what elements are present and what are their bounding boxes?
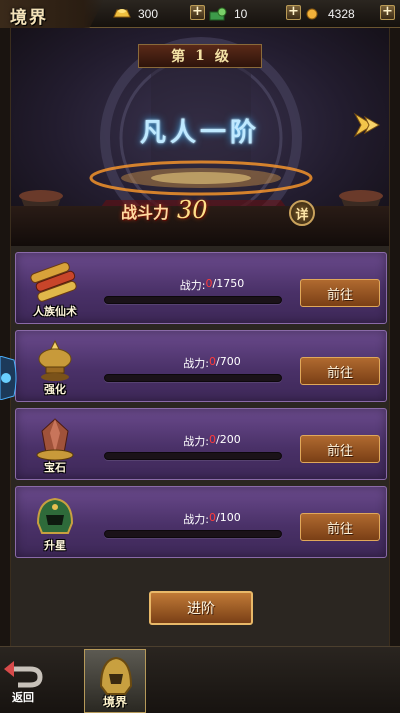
task-row: 强化 战力: 0 /700 前往 <box>15 330 387 402</box>
back-button[interactable]: 返回 <box>0 655 46 711</box>
detail-button[interactable]: 详 <box>289 200 315 226</box>
task-row: 宝石 战力: 0 /200 前往 <box>15 408 387 480</box>
realm-tab-label: 境界 <box>102 695 127 709</box>
power-value: 30 <box>177 196 208 224</box>
gold-ingot-icon <box>112 6 132 22</box>
task-progress-current: 0 <box>209 433 216 446</box>
bottom-bar: 返回 境界 <box>0 646 400 713</box>
gem-icon: 宝石 <box>24 415 86 475</box>
next-realm-arrow-icon[interactable] <box>349 108 383 146</box>
task-progress-target: /200 <box>216 433 241 446</box>
add-jade-button[interactable]: + <box>286 5 301 20</box>
task-panel: 人族仙术 战力: 0 /1750 前往 强化 战力: 0 /700 前往 宝石 … <box>10 246 390 646</box>
top-bar: 境界 300 + 10 + 4328 + <box>0 0 400 28</box>
add-copper-button[interactable]: + <box>380 5 395 20</box>
task-name: 人族仙术 <box>33 305 77 318</box>
goto-button[interactable]: 前往 <box>300 279 380 307</box>
task-progress-current: 0 <box>209 511 216 524</box>
helmet-icon: 升星 <box>24 493 86 553</box>
power-label: 战斗力 <box>121 203 170 222</box>
task-progress-target: /1750 <box>212 277 245 290</box>
add-gold-button[interactable]: + <box>190 5 205 20</box>
jade-coin-icon <box>208 6 228 22</box>
task-progress-text: 战力: 0 /700 <box>128 355 296 371</box>
task-progress-bar <box>104 374 282 382</box>
lamp-icon: 强化 <box>24 337 86 397</box>
task-progress-label: 战力: <box>183 357 209 370</box>
jade-value: 10 <box>234 7 248 21</box>
resource-gold: 300 <box>112 4 158 24</box>
page-title: 境界 <box>10 8 48 28</box>
task-progress-label: 战力: <box>179 279 206 292</box>
level-suffix: 级 <box>214 49 229 65</box>
resource-copper: 4328 <box>302 4 355 24</box>
task-progress-bar <box>104 296 282 304</box>
task-progress-bar <box>104 530 282 538</box>
task-row: 人族仙术 战力: 0 /1750 前往 <box>15 252 387 324</box>
task-progress-target: /700 <box>216 355 241 368</box>
task-progress-text: 战力: 0 /1750 <box>128 277 296 293</box>
side-event-icon[interactable] <box>0 355 18 401</box>
level-prefix: 第 <box>171 49 186 65</box>
combat-power: 战斗力 30 <box>121 196 208 226</box>
level-plate: 第 1 级 <box>138 44 262 68</box>
task-progress-text: 战力: 0 /100 <box>128 511 296 527</box>
task-progress-label: 战力: <box>183 513 209 526</box>
task-progress-label: 战力: <box>183 435 209 448</box>
task-progress-target: /100 <box>216 511 241 524</box>
scroll-bundle-icon: 人族仙术 <box>24 259 86 319</box>
task-progress-bar <box>104 452 282 460</box>
back-arrow-icon <box>4 661 43 688</box>
task-name: 宝石 <box>44 461 66 474</box>
back-label: 返回 <box>12 691 34 704</box>
goto-button[interactable]: 前往 <box>300 513 380 541</box>
task-row: 升星 战力: 0 /100 前往 <box>15 486 387 558</box>
goto-button[interactable]: 前往 <box>300 435 380 463</box>
task-progress-current: 0 <box>205 277 213 290</box>
realm-name: 凡人一阶 <box>139 118 260 148</box>
realm-banner: 第 1 级 凡人一阶 战斗力 30 详 <box>10 28 390 246</box>
advance-button[interactable]: 进阶 <box>149 591 253 625</box>
task-name: 升星 <box>44 539 66 552</box>
copper-coin-icon <box>302 6 322 22</box>
resource-jade: 10 <box>208 4 247 24</box>
task-progress-text: 战力: 0 /200 <box>128 433 296 449</box>
tab-realm[interactable]: 境界 <box>84 649 146 713</box>
gold-value: 300 <box>138 7 159 21</box>
goto-button[interactable]: 前往 <box>300 357 380 385</box>
level-number: 1 <box>195 48 205 64</box>
task-progress-current: 0 <box>209 355 216 368</box>
copper-value: 4328 <box>328 7 355 21</box>
task-name: 强化 <box>44 383 66 396</box>
